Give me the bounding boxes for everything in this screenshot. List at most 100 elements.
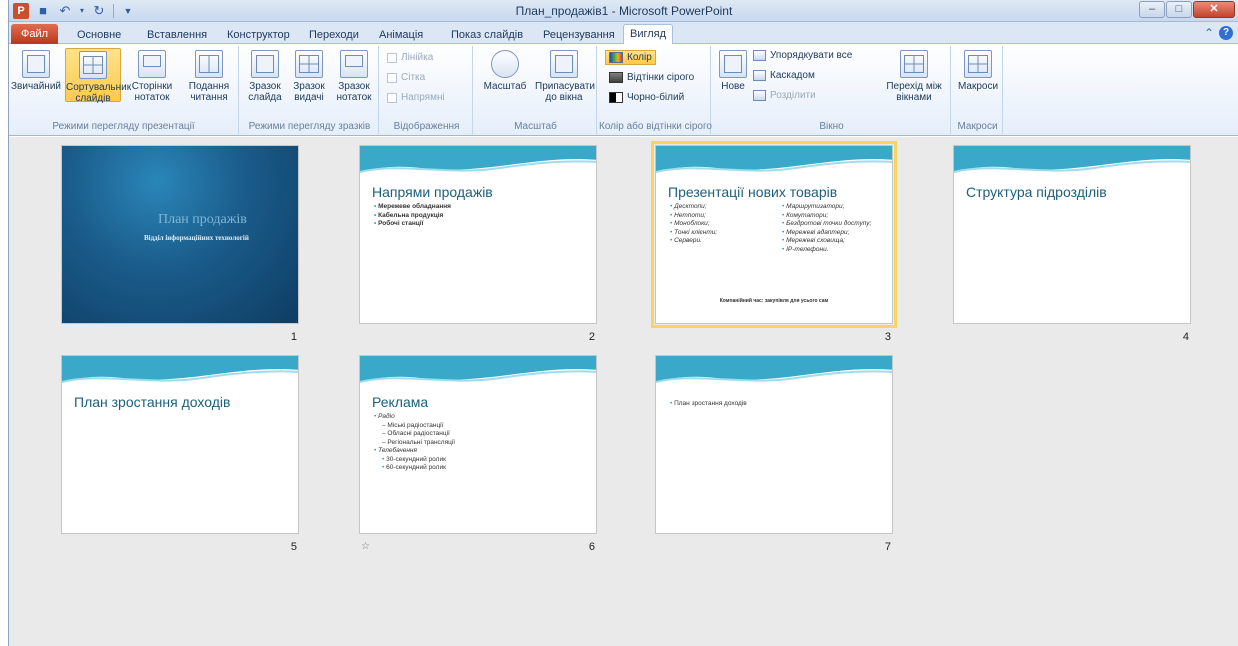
slide-number: 7 <box>884 541 891 553</box>
group-window: Нове Упорядкувати все Каскадом Розділити… <box>713 46 951 134</box>
help-icon[interactable]: ? <box>1219 26 1233 40</box>
slide-thumbnail-1[interactable]: План продажів Відділ інформаційних техно… <box>61 145 299 324</box>
arrange-all-icon <box>753 50 766 61</box>
grayscale-button[interactable]: Відтінки сірого <box>609 72 694 83</box>
bullet-item: Тонкі клієнти; <box>670 229 717 238</box>
cascade-button[interactable]: Каскадом <box>753 70 815 81</box>
minimize-ribbon-icon[interactable]: ⌃ <box>1204 26 1214 40</box>
group-presentation-views: Звичайний Сортувальник слайдів Сторінки … <box>9 46 239 134</box>
slide-wave-decoration <box>360 356 596 383</box>
bullet-item: Мережеве обладнання <box>374 203 451 212</box>
grid-checkbox[interactable]: Сітка <box>387 72 425 83</box>
notes-page-icon <box>138 50 166 78</box>
slide-3-col1: Десктопи; Нетпоти; Моноблоки; Тонкі кліє… <box>670 203 717 246</box>
slide-6-title: Реклама <box>372 394 429 410</box>
slide-thumbnail-6[interactable]: Реклама Радіо Міські радіостанції Обласн… <box>359 355 597 534</box>
tab-file[interactable]: Файл <box>11 24 59 44</box>
new-window-button[interactable]: Нове <box>717 48 749 92</box>
tab-insert[interactable]: Вставлення <box>141 26 213 44</box>
new-window-icon <box>719 50 747 78</box>
bullet-item: Моноблоки; <box>670 220 717 229</box>
zoom-button[interactable]: Масштаб <box>479 48 531 92</box>
cascade-icon <box>753 70 766 81</box>
bullet-item: Мережеві сховища; <box>782 237 871 246</box>
notes-master-button[interactable]: Зразок нотаток <box>333 48 375 103</box>
animation-star-icon[interactable]: ☆ <box>361 541 370 552</box>
bullet-item: 30-секундний ролик <box>374 456 455 465</box>
split-button[interactable]: Розділити <box>753 90 816 101</box>
slide-thumbnail-2[interactable]: Напрями продажів Мережеве обладнання Каб… <box>359 145 597 324</box>
group-label-presentation-views: Режими перегляду презентації <box>52 121 195 132</box>
close-button[interactable]: ✕ <box>1193 1 1235 18</box>
notes-master-icon <box>340 50 368 78</box>
tab-review[interactable]: Рецензування <box>537 26 621 44</box>
handout-master-icon <box>295 50 323 78</box>
group-label-zoom: Масштаб <box>514 121 557 132</box>
slide-number: 1 <box>290 331 297 343</box>
grid-check-icon <box>387 72 397 83</box>
bullet-item: 60-секундний ролик <box>374 464 455 473</box>
group-show: Лінійка Сітка Напрямні Відображення <box>381 46 473 134</box>
slide-number: 6 <box>588 541 595 553</box>
tab-transitions[interactable]: Переходи <box>303 26 365 44</box>
switch-windows-button[interactable]: Перехід між вікнами <box>885 48 943 103</box>
slide-thumbnail-5[interactable]: План зростання доходів <box>61 355 299 534</box>
ribbon-view: Звичайний Сортувальник слайдів Сторінки … <box>9 44 1238 136</box>
bullet-item: План зростання доходів <box>670 400 747 409</box>
slide-sorter-workspace: План продажів Відділ інформаційних техно… <box>9 137 1238 646</box>
normal-view-icon <box>22 50 50 78</box>
arrange-all-button[interactable]: Упорядкувати все <box>753 50 852 61</box>
fit-to-window-button[interactable]: Припасувати до вікна <box>535 48 595 103</box>
bullet-item: Робочі станції <box>374 220 451 229</box>
bullet-item: Бездротові точки доступу; <box>782 220 871 229</box>
black-white-button[interactable]: Чорно-білий <box>609 92 684 103</box>
slide-master-icon <box>251 50 279 78</box>
slide-7-bullets: План зростання доходів <box>670 400 747 409</box>
slide-number: 2 <box>588 331 595 343</box>
slide-3-footnote: Компанійний час: закупівля для усього са… <box>719 298 829 304</box>
tab-view[interactable]: Вигляд <box>623 24 674 45</box>
slide-thumbnail-4[interactable]: Структура підрозділів <box>953 145 1191 324</box>
bullet-item: Мережеві адаптери; <box>782 229 871 238</box>
reading-view-button[interactable]: Подання читання <box>183 48 235 103</box>
slide-thumbnail-7[interactable]: План зростання доходів <box>655 355 893 534</box>
slide-sorter-button[interactable]: Сортувальник слайдів <box>65 48 131 104</box>
group-color: Колір Відтінки сірого Чорно-білий Колір … <box>599 46 712 134</box>
black-white-icon <box>609 92 623 103</box>
color-button[interactable]: Колір <box>605 50 656 65</box>
ruler-checkbox[interactable]: Лінійка <box>387 52 433 63</box>
bullet-item: Телебачення <box>374 447 455 456</box>
bullet-item: Радіо <box>374 413 455 422</box>
window-controls: – □ ✕ <box>1139 1 1235 18</box>
macros-button[interactable]: Макроси <box>957 48 999 92</box>
split-icon <box>753 90 766 101</box>
handout-master-button[interactable]: Зразок видачі <box>289 48 329 103</box>
normal-view-button[interactable]: Звичайний <box>11 48 61 92</box>
guides-check-icon <box>387 92 397 103</box>
switch-windows-icon <box>900 50 928 78</box>
bullet-item: Маршрутизатори; <box>782 203 871 212</box>
slide-1-subtitle: Відділ інформаційних технологій <box>144 234 249 242</box>
notes-page-button[interactable]: Сторінки нотаток <box>125 48 179 103</box>
bullet-item: Сервери. <box>670 237 717 246</box>
slide-2-title: Напрями продажів <box>372 184 493 200</box>
slide-number: 3 <box>884 331 891 343</box>
reading-view-icon <box>195 50 223 78</box>
slide-number: 5 <box>290 541 297 553</box>
slide-5-title: План зростання доходів <box>74 394 231 410</box>
tab-slideshow[interactable]: Показ слайдів <box>445 26 529 44</box>
bullet-item: IP-телефони. <box>782 246 871 255</box>
group-label-show: Відображення <box>393 121 460 132</box>
tab-home[interactable]: Основне <box>71 26 127 44</box>
group-macros: Макроси Макроси <box>953 46 1003 134</box>
slide-3-col2: Маршрутизатори; Комутатори; Бездротові т… <box>782 203 871 254</box>
tab-animations[interactable]: Анімація <box>373 26 429 44</box>
tab-design[interactable]: Конструктор <box>221 26 296 44</box>
slide-thumbnail-3[interactable]: Презентації нових товарів Десктопи; Нетп… <box>651 141 897 328</box>
maximize-button[interactable]: □ <box>1166 1 1192 18</box>
minimize-button[interactable]: – <box>1139 1 1165 18</box>
slide-master-button[interactable]: Зразок слайда <box>245 48 285 103</box>
ruler-check-icon <box>387 52 397 63</box>
guides-checkbox[interactable]: Напрямні <box>387 92 445 103</box>
ribbon-tabs: Файл Основне Вставлення Конструктор Пере… <box>9 22 1238 45</box>
